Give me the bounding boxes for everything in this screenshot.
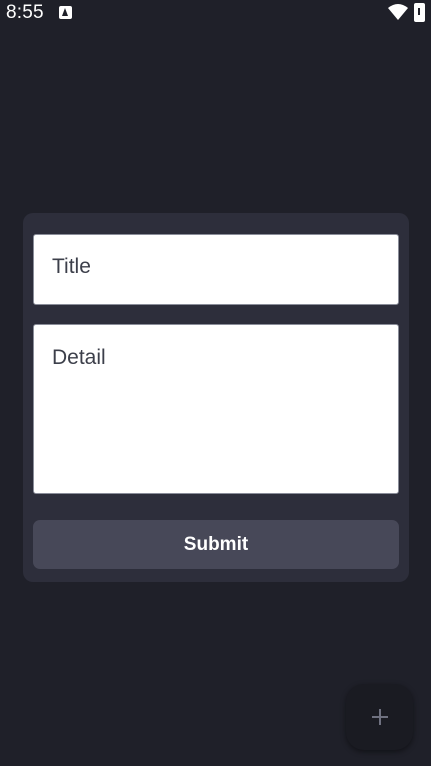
app-screen: 8:55 Title Detail Submit — [0, 0, 431, 766]
plus-icon — [371, 709, 388, 725]
battery-icon — [414, 3, 425, 22]
status-bar: 8:55 — [0, 0, 431, 26]
title-input[interactable]: Title — [33, 234, 399, 305]
submit-label: Submit — [183, 533, 249, 555]
wifi-icon — [388, 4, 408, 20]
submit-button[interactable]: Submit — [33, 520, 399, 569]
detail-placeholder: Detail — [52, 346, 106, 369]
title-placeholder: Title — [52, 255, 91, 278]
add-fab-button[interactable] — [346, 684, 413, 750]
note-form-card: Title Detail Submit — [23, 213, 409, 582]
notification-a-icon — [59, 6, 72, 19]
status-time: 8:55 — [6, 2, 44, 23]
detail-input[interactable]: Detail — [33, 324, 399, 494]
